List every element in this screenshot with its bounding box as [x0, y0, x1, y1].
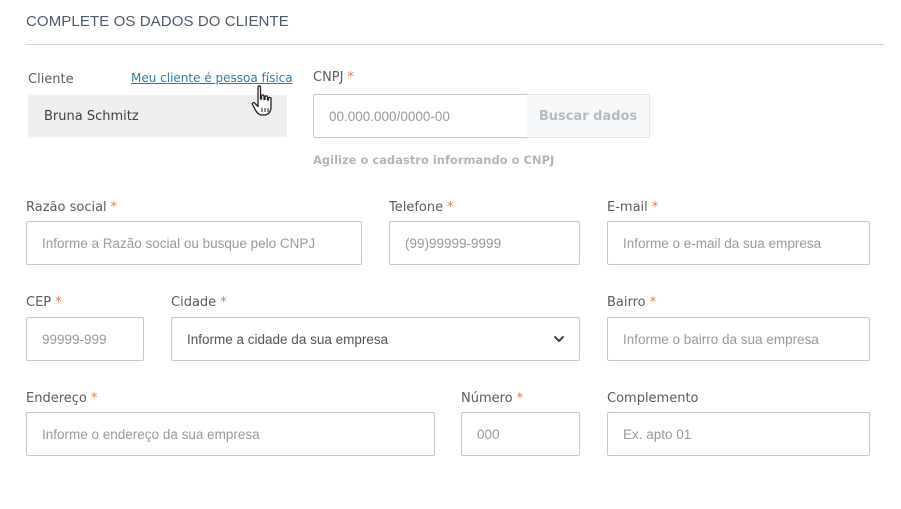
- numero-input[interactable]: 000: [461, 412, 580, 456]
- section-title: COMPLETE OS DADOS DO CLIENTE: [26, 13, 289, 30]
- cidade-label: Cidade *: [171, 295, 227, 310]
- telefone-input[interactable]: (99)99999-9999: [389, 221, 580, 265]
- bairro-input[interactable]: Informe o bairro da sua empresa: [607, 317, 870, 361]
- cnpj-hint: Agilize o cadastro informando o CNPJ: [313, 153, 555, 167]
- cep-input[interactable]: 99999-999: [26, 317, 144, 361]
- pessoa-fisica-link[interactable]: Meu cliente é pessoa física: [131, 71, 293, 85]
- endereco-label: Endereço *: [26, 391, 98, 406]
- section-divider: [26, 44, 884, 45]
- cnpj-label: CNPJ *: [313, 70, 354, 85]
- cnpj-input[interactable]: 00.000.000/0000-00: [313, 94, 528, 138]
- telefone-label: Telefone *: [389, 200, 454, 215]
- cep-label: CEP *: [26, 295, 62, 310]
- numero-label: Número *: [461, 391, 524, 406]
- cidade-select-value: Informe a cidade da sua empresa: [187, 331, 389, 347]
- cliente-label: Cliente: [28, 72, 74, 87]
- razao-social-input[interactable]: Informe a Razão social ou busque pelo CN…: [26, 221, 362, 265]
- buscar-dados-button[interactable]: Buscar dados: [527, 94, 650, 138]
- cidade-select[interactable]: Informe a cidade da sua empresa: [171, 317, 580, 361]
- razao-social-label: Razão social *: [26, 200, 118, 215]
- complemento-input[interactable]: Ex. apto 01: [607, 412, 870, 456]
- email-input[interactable]: Informe o e-mail da sua empresa: [607, 221, 870, 265]
- hand-pointer-icon: [251, 85, 272, 116]
- email-label: E-mail *: [607, 200, 659, 215]
- bairro-label: Bairro *: [607, 295, 657, 310]
- complemento-label: Complemento: [607, 391, 699, 406]
- chevron-down-icon: [554, 336, 564, 342]
- endereco-input[interactable]: Informe o endereço da sua empresa: [26, 412, 435, 456]
- cliente-value: Bruna Schmitz: [28, 95, 287, 137]
